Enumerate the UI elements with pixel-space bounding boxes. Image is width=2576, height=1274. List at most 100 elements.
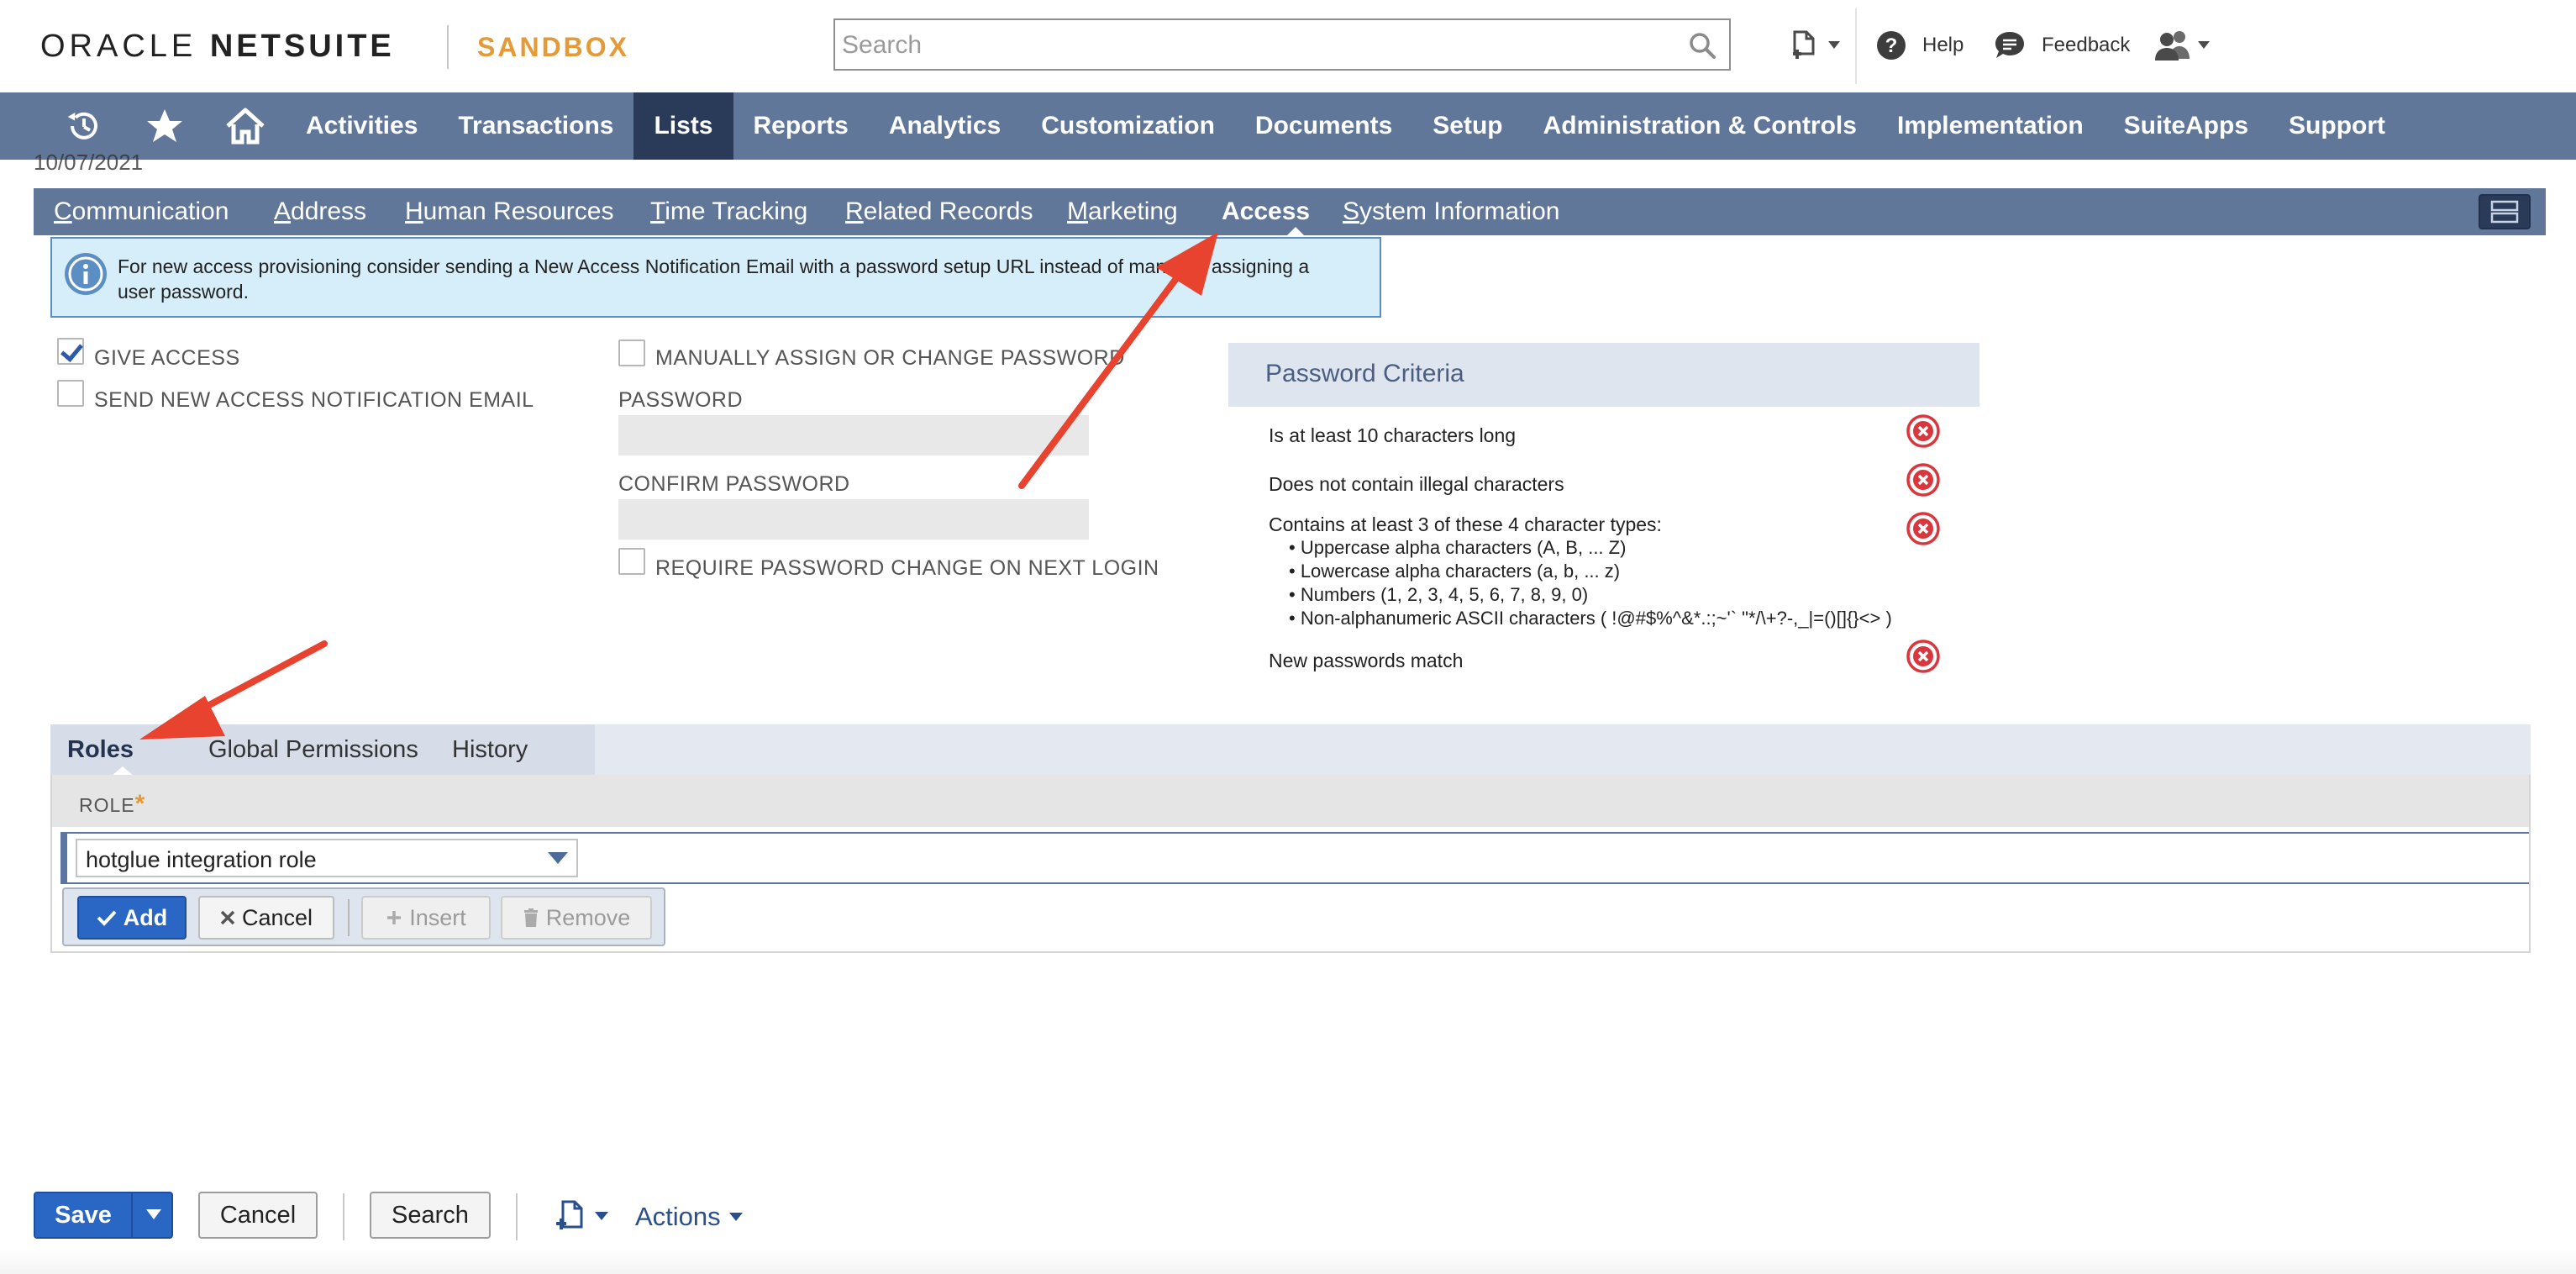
environment-label: SANDBOX xyxy=(477,32,630,62)
oracle-netsuite-logo[interactable]: ORACLE NETSUITE xyxy=(40,29,395,65)
password-label: PASSWORD xyxy=(618,388,743,412)
user-menu[interactable] xyxy=(2154,29,2210,62)
nav-item-lists[interactable]: Lists xyxy=(633,92,733,160)
nav-home[interactable] xyxy=(205,92,286,160)
new-record-icon xyxy=(1793,30,1815,59)
nav-item-transactions[interactable]: Transactions xyxy=(438,92,633,160)
feedback-link[interactable]: Feedback xyxy=(1993,29,2130,62)
sublist-tab-roles[interactable]: Roles xyxy=(67,736,134,764)
logo-divider xyxy=(447,25,449,69)
nav-item-suiteapps[interactable]: SuiteApps xyxy=(2104,92,2268,160)
nav-item-support[interactable]: Support xyxy=(2268,92,2405,160)
plus-icon xyxy=(387,911,402,924)
send-notification-email-checkbox[interactable] xyxy=(57,380,84,407)
sublist-tab-global-permissions[interactable]: Global Permissions xyxy=(208,736,418,764)
required-star-icon: * xyxy=(134,790,146,818)
tab-system-information[interactable]: System Information xyxy=(1343,188,1559,235)
add-role-button[interactable]: Add xyxy=(77,896,187,940)
actions-menu[interactable]: Actions xyxy=(635,1202,743,1232)
user-roles-icon xyxy=(2155,31,2190,61)
require-password-change-label: REQUIRE PASSWORD CHANGE ON NEXT LOGIN xyxy=(655,556,1159,580)
sublist-tab-history[interactable]: History xyxy=(452,736,528,764)
char-type-lowercase: • Lowercase alpha characters (a, b, ... … xyxy=(1289,561,1621,582)
cutoff-field-value: 10/07/2021 xyxy=(34,150,144,175)
manual-password-checkbox[interactable] xyxy=(618,340,645,366)
remove-role-button[interactable]: Remove xyxy=(501,896,652,940)
create-new-menu[interactable] xyxy=(1790,29,1840,62)
nav-item-implementation[interactable]: Implementation xyxy=(1877,92,2104,160)
chevron-down-icon[interactable] xyxy=(146,1209,161,1219)
help-label: Help xyxy=(1922,34,1964,56)
tab-address[interactable]: Address xyxy=(274,188,366,235)
checkmark-icon xyxy=(97,910,117,926)
save-label: Save xyxy=(55,1202,112,1229)
feedback-label: Feedback xyxy=(2042,34,2131,56)
feedback-icon xyxy=(1995,32,2024,58)
star-icon xyxy=(147,109,182,142)
insert-role-button[interactable]: Insert xyxy=(361,896,491,940)
global-search xyxy=(833,18,1731,71)
cancel-button[interactable]: Cancel xyxy=(198,1192,318,1239)
nav-item-administration[interactable]: Administration & Controls xyxy=(1523,92,1877,160)
actions-label: Actions xyxy=(635,1202,721,1231)
search-icon[interactable] xyxy=(1687,30,1717,61)
char-type-uppercase: • Uppercase alpha characters (A, B, ... … xyxy=(1289,537,1627,558)
roles-column-header: ROLE* xyxy=(52,775,2529,827)
nav-item-activities[interactable]: Activities xyxy=(286,92,438,160)
help-link[interactable]: ? Help xyxy=(1875,29,1964,62)
search-button[interactable]: Search xyxy=(370,1192,491,1239)
svg-text:?: ? xyxy=(1885,34,1898,57)
confirm-password-label: CONFIRM PASSWORD xyxy=(618,472,850,496)
header-separator xyxy=(1855,8,1857,84)
tab-time-tracking[interactable]: Time Tracking xyxy=(650,188,807,235)
trash-icon xyxy=(523,908,538,927)
give-access-checkbox[interactable] xyxy=(57,338,84,365)
criteria-fail-icon xyxy=(1906,640,1940,673)
nav-item-setup[interactable]: Setup xyxy=(1412,92,1522,160)
tab-communication[interactable]: Communication xyxy=(54,188,229,235)
nav-item-reports[interactable]: Reports xyxy=(733,92,869,160)
home-icon xyxy=(226,108,265,145)
save-button[interactable]: Save xyxy=(34,1192,173,1239)
chevron-down-icon xyxy=(595,1212,608,1220)
give-access-label: GIVE ACCESS xyxy=(94,346,240,370)
criteria-fail-icon xyxy=(1906,463,1940,497)
nav-item-analytics[interactable]: Analytics xyxy=(869,92,1021,160)
criteria-illegal-chars: Does not contain illegal characters xyxy=(1269,473,1564,495)
char-type-numbers: • Numbers (1, 2, 3, 4, 5, 6, 7, 8, 9, 0) xyxy=(1289,584,1589,605)
nav-item-customization[interactable]: Customization xyxy=(1021,92,1235,160)
global-search-input[interactable] xyxy=(842,29,1665,62)
close-icon xyxy=(220,910,235,925)
criteria-length: Is at least 10 characters long xyxy=(1269,424,1517,446)
info-icon xyxy=(65,253,107,295)
password-input[interactable] xyxy=(618,415,1089,455)
toggle-stacked-tabs-button[interactable] xyxy=(2479,194,2531,229)
password-criteria-header: Password Criteria xyxy=(1228,343,1979,407)
criteria-passwords-match: New passwords match xyxy=(1269,650,1464,671)
chevron-down-icon xyxy=(1828,41,1840,49)
role-column-label: ROLE xyxy=(79,794,135,816)
tab-human-resources[interactable]: Human Resources xyxy=(405,188,613,235)
char-type-symbols: • Non-alphanumeric ASCII characters ( !@… xyxy=(1289,608,1892,629)
access-info-banner: For new access provisioning consider sen… xyxy=(50,237,1381,318)
recent-history-icon xyxy=(67,112,97,140)
require-password-change-checkbox[interactable] xyxy=(618,548,645,575)
new-record-menu[interactable] xyxy=(555,1198,608,1234)
role-select[interactable]: hotglue integration role xyxy=(76,839,578,877)
tab-related-records[interactable]: Related Records xyxy=(845,188,1033,235)
help-icon: ? xyxy=(1877,31,1906,60)
record-subtabs: Communication Address Human Resources Ti… xyxy=(34,188,2546,237)
send-notification-email-label: SEND NEW ACCESS NOTIFICATION EMAIL xyxy=(94,388,534,412)
chevron-down-icon[interactable] xyxy=(548,852,568,864)
criteria-char-types: Contains at least 3 of these 4 character… xyxy=(1269,513,1662,535)
confirm-password-input[interactable] xyxy=(618,499,1089,540)
nav-item-documents[interactable]: Documents xyxy=(1235,92,1412,160)
chevron-down-icon xyxy=(2198,41,2210,49)
info-banner-text: For new access provisioning consider sen… xyxy=(118,255,1310,303)
cancel-role-button[interactable]: Cancel xyxy=(198,896,334,940)
tab-marketing[interactable]: Marketing xyxy=(1067,188,1178,235)
criteria-fail-icon xyxy=(1906,414,1940,448)
criteria-fail-icon xyxy=(1906,512,1940,545)
logo-netsuite-text: NETSUITE xyxy=(209,29,395,64)
roles-sublist: ROLE* hotglue integration role Add Cance… xyxy=(50,775,2531,953)
